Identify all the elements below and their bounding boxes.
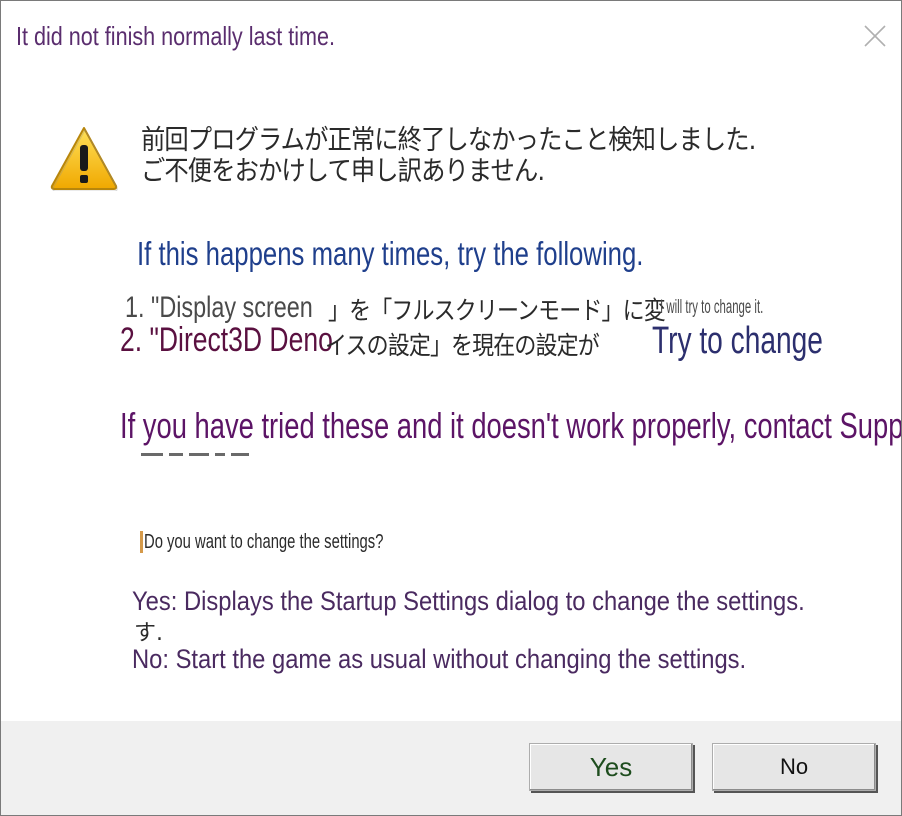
jp-message-line-2: ご不便をおかけして申し訳ありません. (141, 156, 545, 187)
yes-description-jp-residue: す. (134, 621, 163, 646)
no-button-label: No (779, 754, 809, 779)
support-text: If you have tried these and it doesn't w… (120, 405, 902, 446)
error-dialog: It did not finish normally last time. 前回… (0, 0, 902, 816)
close-icon (864, 25, 886, 47)
question-text: Do you want to change the settings? (144, 531, 384, 553)
close-button[interactable] (853, 15, 897, 57)
yes-button[interactable]: Yes (529, 743, 693, 791)
text-residue (141, 453, 291, 471)
no-button[interactable]: No (712, 743, 876, 791)
warning-icon (50, 127, 118, 191)
advice-item-1: 1. "Display screen (125, 291, 313, 324)
caret-mark (140, 531, 143, 553)
advice-item-2: 2. "Direct3D Deno (120, 321, 333, 359)
dialog-title: It did not finish normally last time. (16, 21, 336, 51)
yes-button-label: Yes (589, 751, 633, 782)
advice-heading: If this happens many times, try the foll… (137, 235, 644, 272)
yes-description: Yes: Displays the Startup Settings dialo… (132, 586, 805, 616)
advice-item-2-tail: Try to change (652, 320, 823, 362)
advice-item-1-tail: I will try to change it. (660, 297, 764, 318)
no-description: No: Start the game as usual without chan… (132, 644, 747, 674)
advice-item-2-jp: イスの設定」を現在の設定が (325, 331, 600, 360)
advice-item-1-jp: 」を「フルスクリーンモード」に変 (328, 296, 666, 325)
